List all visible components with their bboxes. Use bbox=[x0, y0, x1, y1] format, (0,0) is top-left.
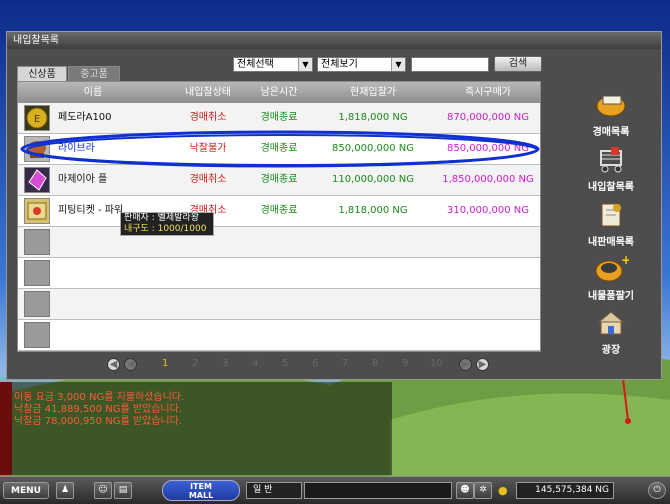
emote-icon: ☻ bbox=[460, 485, 470, 495]
item-mall-line2: MALL bbox=[188, 491, 214, 500]
group-icon: ☺ bbox=[98, 485, 108, 495]
chat-settings-button[interactable]: ✲ bbox=[474, 482, 492, 499]
bid-table: 이름 내입찰상태 남은시간 현재입찰가 즉시구매가 E 페도라A100 경매취소… bbox=[17, 81, 541, 352]
chat-input[interactable] bbox=[304, 482, 452, 499]
view-select-value: 전체보기 bbox=[321, 59, 358, 70]
power-icon: ⏻ bbox=[653, 485, 661, 495]
chat-mode-select[interactable]: 일 반 bbox=[246, 482, 302, 499]
page-number[interactable]: 6 bbox=[312, 358, 318, 369]
next-page-icon[interactable]: ▶ bbox=[459, 358, 472, 371]
character-button[interactable]: ♟ bbox=[56, 482, 74, 499]
auction-list-icon bbox=[596, 95, 626, 117]
bottom-bar: MENU ♟ ☺ ▤ ITEM MALL 일 반 ☻ ✲ ● 145,575,3… bbox=[0, 476, 670, 504]
page-number[interactable]: 1 bbox=[162, 358, 168, 369]
item-mall-line1: ITEM bbox=[190, 482, 212, 491]
menu-label: MENU bbox=[11, 486, 41, 496]
sell-item-icon: + bbox=[595, 253, 631, 282]
notebook-button[interactable]: ▤ bbox=[114, 482, 132, 499]
page-number[interactable]: 2 bbox=[192, 358, 198, 369]
sale-list-icon bbox=[601, 203, 621, 227]
dropdown-arrow-icon: ▼ bbox=[298, 58, 312, 71]
pagination: ◀ ◀ 1 2 3 4 5 6 7 8 9 10 ▶ ▶ bbox=[107, 358, 489, 372]
tooltip-seller: 판매자 : 벨제발라왕 bbox=[124, 213, 199, 223]
item-tooltip: 판매자 : 벨제발라왕 내구도 : 1000/1000 bbox=[120, 212, 214, 236]
tab-new-items[interactable]: 신상품 bbox=[17, 66, 67, 81]
item-mall-button[interactable]: ITEM MALL bbox=[162, 480, 240, 501]
dropdown-arrow-icon: ▼ bbox=[391, 58, 405, 71]
page-number[interactable]: 8 bbox=[372, 358, 378, 369]
sidebar-item-label: 경매목록 bbox=[592, 127, 630, 138]
last-page-icon[interactable]: ▶ bbox=[476, 358, 489, 371]
search-box bbox=[411, 57, 489, 72]
sidebar-item-label: 내물품팔기 bbox=[588, 291, 634, 302]
auction-window: 내입찰목록 신상품 중고품 전체선택 ▼ 전체보기 ▼ 검색 이름 내입찰상태 … bbox=[6, 31, 662, 380]
search-button[interactable]: 검색 bbox=[494, 56, 542, 72]
view-select[interactable]: 전체보기 ▼ bbox=[317, 57, 406, 72]
chat-scrollbar[interactable] bbox=[0, 382, 12, 475]
sidebar-item-auction-list[interactable]: 경매목록 bbox=[579, 90, 643, 138]
sidebar-item-label: 내입찰목록 bbox=[588, 182, 634, 193]
gear-icon: ✲ bbox=[479, 485, 487, 495]
sidebar-item-label: 광장 bbox=[601, 345, 621, 356]
page-number[interactable]: 3 bbox=[222, 358, 228, 369]
sidebar-item-my-bids[interactable]: 내입찰목록 bbox=[579, 145, 643, 193]
person-icon: ♟ bbox=[60, 485, 70, 495]
emote-button[interactable]: ☻ bbox=[456, 482, 474, 499]
exit-button[interactable]: ⏻ bbox=[648, 482, 666, 499]
window-title: 내입찰목록 bbox=[7, 32, 661, 49]
svg-text:+: + bbox=[621, 254, 629, 267]
sidebar-item-label: 내판매목록 bbox=[588, 237, 634, 248]
notebook-icon: ▤ bbox=[118, 485, 128, 495]
page-number[interactable]: 9 bbox=[402, 358, 408, 369]
prev-page-icon[interactable]: ◀ bbox=[124, 358, 137, 371]
search-input[interactable] bbox=[412, 58, 486, 69]
page-number[interactable]: 4 bbox=[252, 358, 258, 369]
tab-used-items[interactable]: 중고품 bbox=[68, 66, 120, 81]
coin-icon: ● bbox=[498, 484, 508, 497]
category-select-value: 전체선택 bbox=[237, 59, 274, 70]
menu-button[interactable]: MENU bbox=[3, 482, 49, 499]
highlight-scribble bbox=[20, 130, 540, 168]
category-select[interactable]: 전체선택 ▼ bbox=[233, 57, 313, 72]
page-number[interactable]: 5 bbox=[282, 358, 288, 369]
community-button[interactable]: ☺ bbox=[94, 482, 112, 499]
sidebar-item-my-sales[interactable]: 내판매목록 bbox=[579, 200, 643, 248]
chat-line: 낙찰금 78,000,950 NG를 받았습니다. bbox=[14, 416, 183, 427]
plaza-icon bbox=[597, 311, 625, 335]
page-number[interactable]: 7 bbox=[342, 358, 348, 369]
sidebar-item-sell-item[interactable]: + 내물품팔기 bbox=[579, 253, 643, 302]
tooltip-durability: 내구도 : 1000/1000 bbox=[124, 224, 207, 234]
page-number[interactable]: 10 bbox=[430, 358, 443, 369]
cart-icon bbox=[600, 147, 622, 173]
chat-log: 이동 요금 3,000 NG를 지불하셨습니다. 낙찰금 41,889,500 … bbox=[0, 382, 392, 475]
first-page-icon[interactable]: ◀ bbox=[107, 358, 120, 371]
money-display: 145,575,384 NG bbox=[516, 482, 614, 499]
sidebar-item-plaza[interactable]: 광장 bbox=[579, 308, 643, 356]
